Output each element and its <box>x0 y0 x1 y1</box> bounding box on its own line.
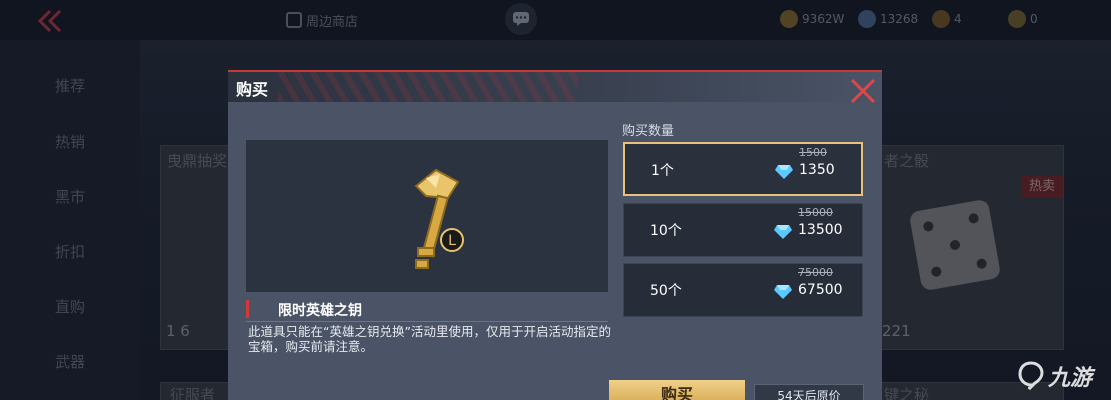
item-preview: L <box>246 140 608 292</box>
diamond-icon <box>775 165 793 179</box>
dialog-header: 购买 <box>228 72 882 102</box>
diamond-icon <box>774 225 792 239</box>
quantity-label: 购买数量 <box>622 124 675 139</box>
close-icon[interactable] <box>846 74 880 108</box>
svg-text:L: L <box>448 233 456 249</box>
header-stripes <box>278 72 578 102</box>
jiuyou-logo-icon <box>1018 361 1044 391</box>
diamond-icon <box>774 285 792 299</box>
item-name: 限时英雄之钥 <box>278 303 362 319</box>
quantity-option-1[interactable]: 1个 1500 1350 <box>623 142 863 196</box>
option-original-price: 75000 <box>798 266 833 279</box>
option-quantity: 50个 <box>650 283 682 299</box>
price-restore-button[interactable]: 54天后原价 <box>754 384 864 400</box>
option-quantity: 1个 <box>651 163 674 179</box>
option-original-price: 15000 <box>798 206 833 219</box>
option-price: 67500 <box>798 282 843 298</box>
item-name-accent <box>246 300 249 318</box>
buy-button[interactable]: 购买 <box>609 380 745 400</box>
purchase-dialog: 购买 L 限时英雄之钥 此道具只能在“英雄之钥兑换”活动里使用，仅用于开启活动指… <box>228 70 882 400</box>
item-description: 此道具只能在“英雄之钥兑换”活动里使用，仅用于开启活动指定的宝箱，购买前请注意。 <box>248 324 611 354</box>
option-quantity: 10个 <box>650 223 682 239</box>
quantity-option-10[interactable]: 10个 15000 13500 <box>623 203 863 257</box>
option-price: 1350 <box>799 162 835 178</box>
quantity-option-50[interactable]: 50个 75000 67500 <box>623 263 863 317</box>
watermark: 九游 <box>1018 360 1092 392</box>
option-price: 13500 <box>798 222 843 238</box>
item-divider <box>246 321 608 322</box>
watermark-text: 九游 <box>1048 366 1093 391</box>
option-original-price: 1500 <box>799 146 827 159</box>
dialog-title: 购买 <box>236 80 269 99</box>
hero-key-icon: L <box>414 168 464 269</box>
